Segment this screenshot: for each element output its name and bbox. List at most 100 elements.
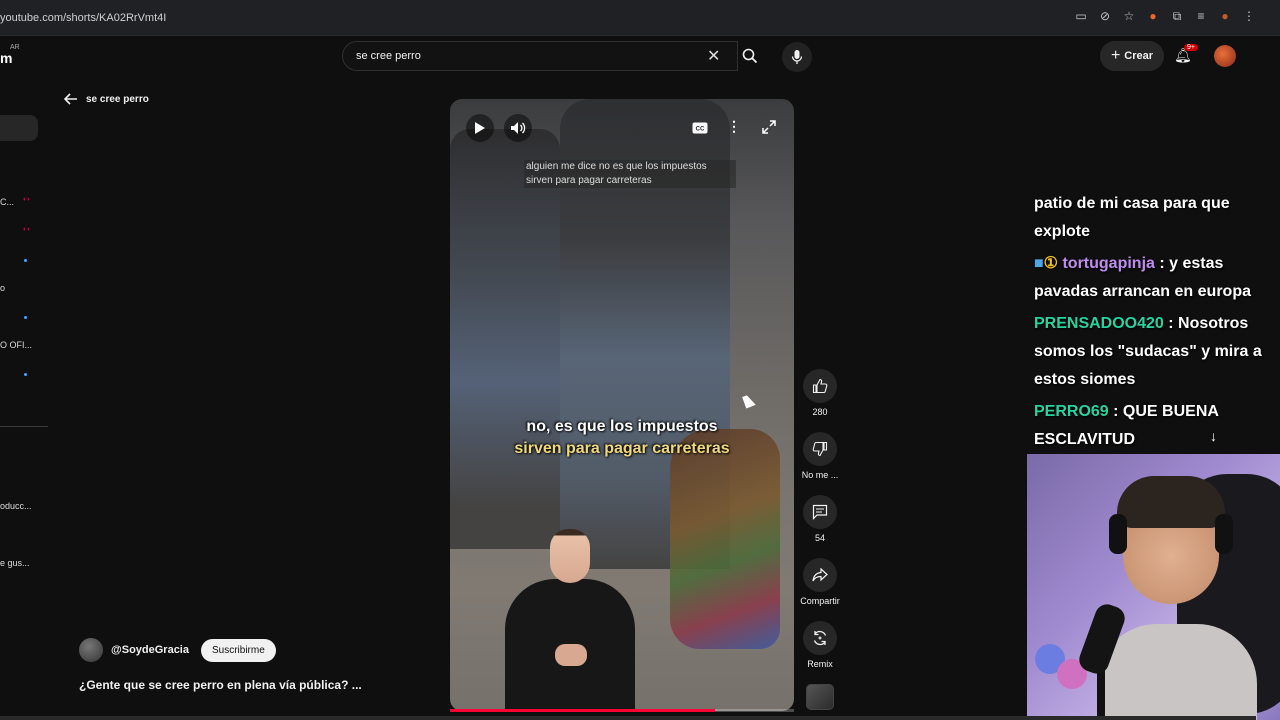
stream-chat-overlay: patio de mi casa para que explote ■① tor…	[1034, 190, 1280, 458]
chat-message: PRENSADOO420 : Nosotros somos los "sudac…	[1034, 310, 1280, 394]
scroll-down-arrow-icon[interactable]: ↓	[1210, 428, 1217, 444]
comments-button[interactable]	[803, 495, 837, 529]
streamer-hair	[1117, 476, 1225, 528]
video-title[interactable]: ¿Gente que se cree perro en plena vía pú…	[79, 678, 362, 692]
sidebar-highlight[interactable]	[0, 115, 38, 141]
volume-button[interactable]	[504, 114, 532, 142]
sidebar-item-5[interactable]: e gus...	[0, 558, 30, 568]
presenter-overlay	[505, 529, 635, 711]
like-button[interactable]	[803, 369, 837, 403]
extension-icon[interactable]: ●	[1146, 9, 1160, 23]
browser-menu-icon[interactable]: ⋮	[1242, 9, 1256, 23]
video-embedded-caption: alguien me dice no es que los impuestos …	[524, 160, 736, 188]
like-count: 280	[812, 407, 828, 417]
youtube-masthead: m AR se cree perro ✕ + Crear 🔔︎ 9+	[0, 36, 1256, 78]
captions-icon: CC	[692, 122, 708, 134]
chat-badge-icon: ■	[1034, 255, 1044, 272]
chat-username: PERRO69	[1034, 403, 1109, 420]
search-query: se cree perro	[356, 50, 421, 62]
subtitle-line-2: sirven para pagar carreteras	[514, 440, 730, 457]
chat-username: PRENSADOO420	[1034, 315, 1164, 332]
fullscreen-button[interactable]	[758, 116, 780, 138]
headphones-right	[1215, 514, 1233, 554]
channel-avatar[interactable]	[79, 638, 103, 662]
headphones-left	[1109, 514, 1127, 554]
streamer-webcam	[1027, 454, 1280, 720]
youtube-logo[interactable]: m	[0, 50, 12, 66]
chat-message: ■① tortugapinja : y estas pavadas arranc…	[1034, 250, 1280, 306]
live-icon: ◖◗	[22, 226, 31, 233]
install-app-icon[interactable]: ▭	[1074, 9, 1088, 23]
back-label: se cree perro	[86, 93, 149, 105]
account-avatar[interactable]	[1214, 45, 1236, 67]
profile-avatar-icon[interactable]: ●	[1218, 9, 1232, 23]
new-content-dot	[24, 259, 27, 262]
channel-row: @SoydeGracia Suscribirme	[79, 638, 276, 662]
svg-text:CC: CC	[696, 127, 705, 133]
comments-count: 54	[814, 533, 825, 543]
clear-search-icon[interactable]: ✕	[707, 46, 720, 66]
video-scene-person	[450, 129, 560, 549]
volume-icon	[511, 122, 526, 134]
chat-badge-icon: ①	[1043, 255, 1059, 272]
subscribe-button[interactable]: Suscribirme	[200, 638, 276, 662]
chat-message: PERRO69 : QUE BUENA ESCLAVITUD	[1034, 398, 1280, 454]
bottom-scrollbar[interactable]	[0, 716, 1256, 720]
dislike-label: No me ...	[801, 470, 839, 480]
subtitle-line-1: no, es que los impuestos	[526, 418, 718, 435]
sidebar-item-2[interactable]: o	[0, 283, 5, 293]
search-button[interactable]	[734, 41, 766, 71]
media-queue-icon[interactable]: ≡	[1194, 9, 1208, 23]
fullscreen-icon	[762, 120, 776, 134]
remix-label: Remix	[807, 659, 833, 669]
chat-username: tortugapinja	[1062, 255, 1155, 272]
video-scene-costume-person	[670, 429, 780, 649]
share-label: Compartir	[800, 596, 840, 606]
create-label: Crear	[1124, 50, 1154, 62]
play-button[interactable]	[466, 114, 494, 142]
live-icon: ◖◗	[22, 196, 31, 203]
share-button[interactable]	[803, 558, 837, 592]
new-content-dot	[24, 373, 27, 376]
channel-name[interactable]: @SoydeGracia	[111, 644, 189, 656]
arrow-left-icon	[64, 93, 77, 105]
audio-source-thumbnail[interactable]	[806, 684, 834, 710]
play-icon	[475, 122, 485, 134]
country-code: AR	[10, 44, 20, 51]
browser-toolbar: youtube.com/shorts/KA02RrVmt4I ▭ ⊘ ☆ ● ⧉…	[0, 0, 1280, 36]
search-input[interactable]: se cree perro ✕	[342, 41, 738, 71]
video-subtitle: no, es que los impuestos sirven para pag…	[450, 416, 794, 460]
sidebar-item-1[interactable]: C...	[0, 197, 14, 207]
plus-icon: +	[1110, 47, 1121, 64]
presenter-hands	[555, 644, 587, 666]
eye-off-icon[interactable]: ⊘	[1098, 9, 1112, 23]
shorts-video-player[interactable]	[450, 99, 794, 711]
browser-extension-icons: ▭ ⊘ ☆ ● ⧉ ≡ ● ⋮	[1074, 9, 1256, 24]
remix-button[interactable]	[803, 621, 837, 655]
video-progress-bar[interactable]	[450, 709, 794, 712]
video-progress-fill	[450, 709, 715, 712]
comment-icon	[812, 504, 828, 520]
sidebar-item-3[interactable]: O OFI...	[0, 340, 32, 350]
sidebar-item-4[interactable]: oducc...	[0, 501, 32, 511]
create-button[interactable]: + Crear	[1100, 41, 1164, 71]
remix-icon	[813, 630, 827, 646]
voice-search-button[interactable]	[782, 42, 812, 72]
address-bar-url[interactable]: youtube.com/shorts/KA02RrVmt4I	[0, 12, 166, 24]
puzzle-icon[interactable]: ⧉	[1170, 9, 1184, 23]
more-options-icon[interactable]: ⋮	[726, 118, 742, 138]
thumbs-down-icon	[812, 441, 828, 457]
sidebar-divider	[0, 426, 48, 427]
captions-button[interactable]: CC	[688, 118, 712, 138]
share-arrow-icon	[812, 568, 828, 582]
streamer-shirt	[1097, 624, 1257, 720]
back-to-search-button[interactable]: se cree perro	[64, 93, 149, 105]
chat-message: patio de mi casa para que explote	[1034, 195, 1230, 240]
microphone-icon	[791, 50, 803, 64]
bookmark-star-icon[interactable]: ☆	[1122, 9, 1136, 23]
thumbs-up-icon	[812, 378, 828, 394]
presenter-head	[550, 529, 590, 583]
dislike-button[interactable]	[803, 432, 837, 466]
new-content-dot	[24, 316, 27, 319]
search-icon	[742, 48, 758, 64]
